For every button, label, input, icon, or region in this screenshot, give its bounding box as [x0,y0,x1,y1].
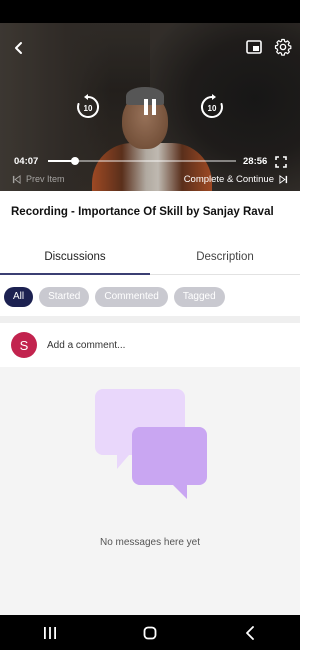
chat-bubbles-icon [95,389,207,499]
home-button[interactable] [130,621,170,645]
video-player[interactable]: 10 10 04:07 28:56 Prev Item Complete & C [0,23,300,191]
skip-previous-icon [12,174,21,184]
tab-description[interactable]: Description [150,243,300,274]
pause-button[interactable] [138,95,162,119]
complete-continue-button[interactable]: Complete & Continue [184,174,288,185]
filter-chip-commented[interactable]: Commented [95,287,168,307]
section-divider [0,316,300,323]
comment-composer[interactable]: S Add a comment... [0,323,300,367]
forward-10-icon: 10 [200,94,223,118]
current-time: 04:07 [14,156,39,167]
tab-bar: Discussions Description [0,243,300,275]
pause-icon [144,99,156,115]
empty-message: No messages here yet [99,537,201,548]
skip-next-icon [279,175,288,184]
comment-input[interactable]: Add a comment... [47,340,125,351]
pip-button[interactable] [244,37,264,57]
fullscreen-button[interactable] [273,154,289,170]
pip-icon [246,40,262,54]
filter-chip-tagged[interactable]: Tagged [173,287,225,307]
recents-button[interactable] [30,621,70,645]
filter-chip-started[interactable]: Started [39,287,90,307]
tab-discussions[interactable]: Discussions [0,243,150,275]
forward-button[interactable]: 10 [198,93,226,121]
settings-button[interactable] [272,36,294,58]
back-nav-button[interactable] [230,621,270,645]
empty-state: No messages here yet [0,367,300,615]
forward-seconds: 10 [208,104,217,113]
back-icon [15,42,22,54]
seek-thumb[interactable] [70,157,79,165]
prev-item-button[interactable]: Prev Item [12,174,65,184]
prev-item-label: Prev Item [26,174,65,184]
fullscreen-icon [275,156,287,168]
gear-icon [274,38,292,56]
recents-icon [44,626,56,639]
system-nav-bar [0,615,300,650]
rewind-10-icon: 10 [77,94,100,118]
home-icon [143,626,157,639]
back-button[interactable] [8,37,30,59]
duration-time: 28:56 [243,156,268,167]
filter-chip-all[interactable]: All [4,287,34,307]
seek-bar[interactable] [48,157,236,165]
complete-continue-label: Complete & Continue [183,174,274,185]
rewind-button[interactable]: 10 [74,93,102,121]
back-nav-icon [246,625,254,640]
lesson-title: Recording - Importance Of Skill by Sanja… [11,206,274,218]
filter-chips: All Started Commented Tagged [4,287,225,307]
avatar: S [11,332,37,358]
rewind-seconds: 10 [84,104,93,113]
status-bar [0,0,300,23]
